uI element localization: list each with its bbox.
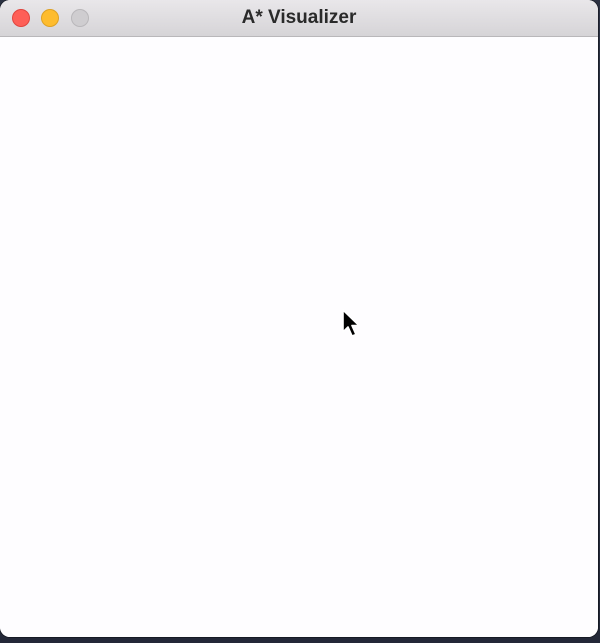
window-title: A* Visualizer	[241, 7, 357, 28]
app-window: A* Visualizer	[0, 0, 598, 637]
title-bar[interactable]: A* Visualizer	[0, 0, 598, 37]
visualizer-canvas[interactable]	[0, 37, 598, 637]
desktop: A* Visualizer	[0, 0, 600, 643]
arrow-cursor-icon	[342, 309, 360, 337]
